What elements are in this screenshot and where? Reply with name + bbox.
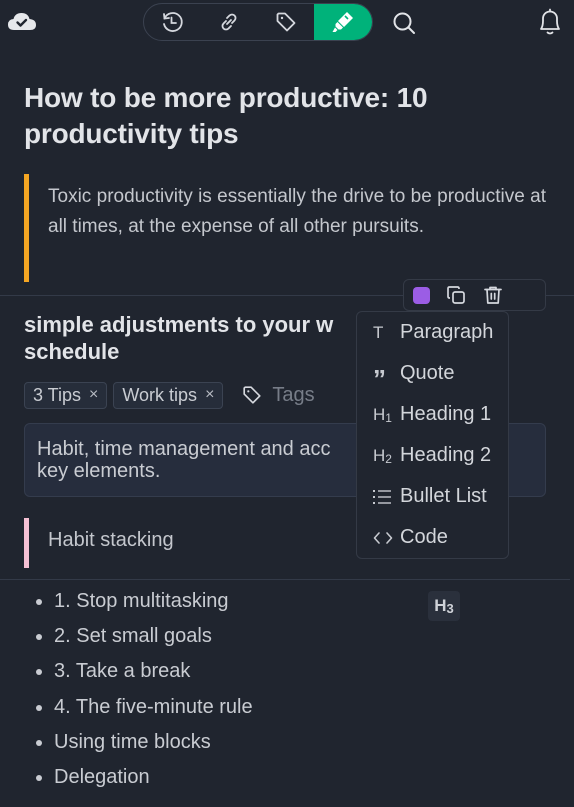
search-button[interactable] (390, 9, 418, 37)
bell-icon (540, 8, 560, 35)
menu-item-paragraph[interactable]: T Paragraph (357, 312, 508, 353)
section-heading-line2: schedule (24, 339, 120, 364)
turn-into-menu: T Paragraph ” Quote H1 Heading 1 H2 Head… (356, 311, 509, 559)
menu-item-quote[interactable]: ” Quote (357, 353, 508, 394)
top-bar (0, 0, 574, 44)
tag-chip[interactable]: 3 Tips × (24, 381, 108, 409)
quote-text: Toxic productivity is essentially the dr… (48, 186, 546, 237)
color-swatch (412, 286, 430, 304)
list-item[interactable]: 4. The five-minute rule (34, 690, 253, 725)
menu-item-label: Quote (400, 362, 455, 384)
heading-3-icon: H3 (434, 596, 454, 616)
bullet-list-icon (373, 489, 400, 505)
quote-icon: ” (373, 363, 386, 394)
list-item[interactable]: Using time blocks (34, 725, 253, 760)
trash-icon (484, 286, 502, 304)
delete-block-button[interactable] (474, 280, 512, 310)
callout-line: Habit, time management and acc (37, 438, 331, 460)
highlight-button[interactable] (314, 4, 372, 40)
note-editor: How to be more productive: 10 productivi… (0, 0, 574, 807)
quote-block[interactable]: Habit stacking (24, 518, 324, 568)
callout-line: key elements. (37, 460, 161, 482)
bullet-list: 1. Stop multitasking 2. Set small goals … (34, 584, 253, 795)
cloud-check-icon[interactable] (6, 10, 38, 34)
tags-row: 3 Tips × Work tips × Tags (24, 381, 315, 409)
remove-tag-icon[interactable]: × (205, 386, 214, 404)
heading-1-icon: H1 (373, 404, 392, 425)
block-color-button[interactable] (404, 280, 438, 310)
menu-item-heading-1[interactable]: H1 Heading 1 (357, 394, 508, 435)
quote-block[interactable]: Toxic productivity is essentially the dr… (24, 174, 546, 282)
link-icon (221, 13, 237, 31)
block-toolbar: H3 (403, 279, 546, 621)
duplicate-block-button[interactable] (438, 280, 474, 310)
tag-button[interactable] (258, 4, 315, 40)
text-icon: T (373, 322, 384, 342)
list-item[interactable]: 2. Set small goals (34, 619, 253, 654)
copy-icon (447, 286, 465, 304)
history-icon (163, 12, 184, 32)
search-icon (393, 12, 415, 34)
tag-label: 3 Tips (33, 384, 82, 405)
highlighter-icon (332, 12, 354, 32)
notifications-button[interactable] (534, 6, 566, 38)
link-button[interactable] (201, 4, 258, 40)
menu-item-heading-2[interactable]: H2 Heading 2 (357, 435, 508, 476)
code-icon (373, 530, 400, 546)
heading-level-button[interactable]: H3 (428, 591, 460, 621)
history-button[interactable] (144, 4, 201, 40)
tag-icon (243, 386, 262, 404)
menu-item-code[interactable]: Code (357, 517, 508, 558)
menu-item-label: Bullet List (400, 485, 487, 507)
remove-tag-icon[interactable]: × (89, 386, 98, 404)
menu-item-bullet-list[interactable]: Bullet List (357, 476, 508, 517)
menu-item-label: Paragraph (400, 321, 494, 343)
list-item[interactable]: 3. Take a break (34, 654, 253, 689)
block-divider (0, 579, 570, 580)
document-title[interactable]: How to be more productive: 10 productivi… (24, 80, 524, 152)
menu-item-label: Heading 2 (400, 444, 492, 466)
tag-chip[interactable]: Work tips × (113, 381, 224, 409)
heading-2-icon: H2 (373, 445, 392, 466)
menu-item-label: Code (400, 526, 448, 548)
tag-label: Work tips (122, 384, 198, 405)
list-item[interactable]: 1. Stop multitasking (34, 584, 253, 619)
tag-icon (276, 12, 296, 32)
list-item[interactable]: Delegation (34, 760, 253, 795)
add-tag-input[interactable]: Tags (241, 383, 315, 407)
editor-toolbar (143, 3, 373, 41)
tags-placeholder: Tags (272, 383, 315, 406)
section-heading-line1: simple adjustments to your w (24, 312, 334, 337)
menu-item-label: Heading 1 (400, 403, 492, 425)
quote-text: Habit stacking (48, 529, 174, 551)
